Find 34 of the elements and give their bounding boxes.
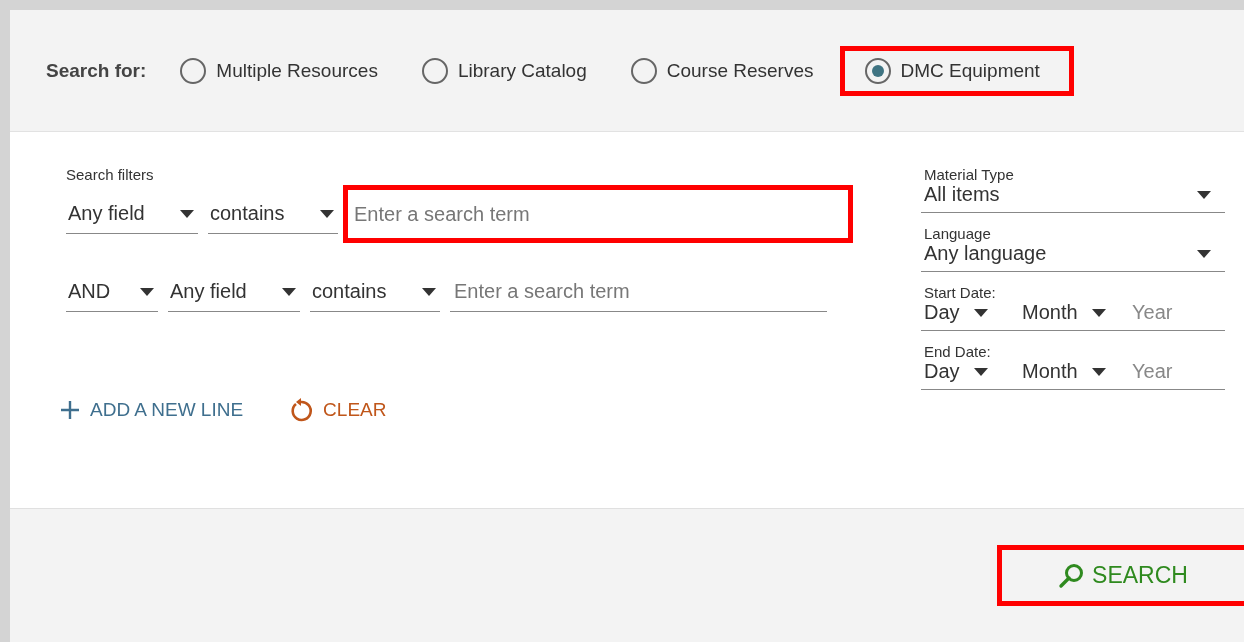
plus-icon [60,400,80,420]
caret-icon [973,308,988,317]
caret-icon [1091,367,1106,376]
caret-icon [973,367,988,376]
search-for-label: Search for: [46,59,147,82]
add-line-button[interactable]: ADD A NEW LINE [60,399,244,421]
field-select[interactable]: Any field [66,194,198,234]
caret-icon [1197,249,1211,258]
search-field[interactable]: Enter a search term [343,185,853,243]
caret-icon [1197,190,1211,199]
caret-icon [282,287,296,296]
facet-select[interactable]: Material Type All items [921,166,1225,213]
field-select[interactable]: Any field [168,272,300,312]
reset-icon [289,397,314,423]
radio-option[interactable]: Library Catalog [421,45,587,96]
date-field[interactable]: Start Date: Day Month Year [921,284,1225,331]
clear-button[interactable]: CLEAR [289,397,387,423]
search-filters-label: Search filters [66,166,155,183]
caret-icon [1091,308,1106,317]
condition-select[interactable]: contains [310,272,440,312]
facet-select[interactable]: Language Any language [921,225,1225,272]
search-field[interactable]: Enter a search term [450,272,827,312]
caret-icon [422,287,436,296]
caret-icon [320,209,334,218]
operator-select[interactable]: AND [66,272,158,312]
date-field[interactable]: End Date: Day Month Year [921,343,1225,390]
search-button[interactable]: SEARCH [997,545,1244,606]
search-icon [1058,562,1085,589]
radio-option[interactable]: Multiple Resources [180,45,378,96]
caret-icon [140,287,154,296]
highlighted-radio-option[interactable]: DMC Equipment [839,45,1074,96]
radio-option[interactable]: Course Reserves [630,45,814,96]
condition-select[interactable]: contains [208,194,338,234]
caret-icon [180,209,194,218]
